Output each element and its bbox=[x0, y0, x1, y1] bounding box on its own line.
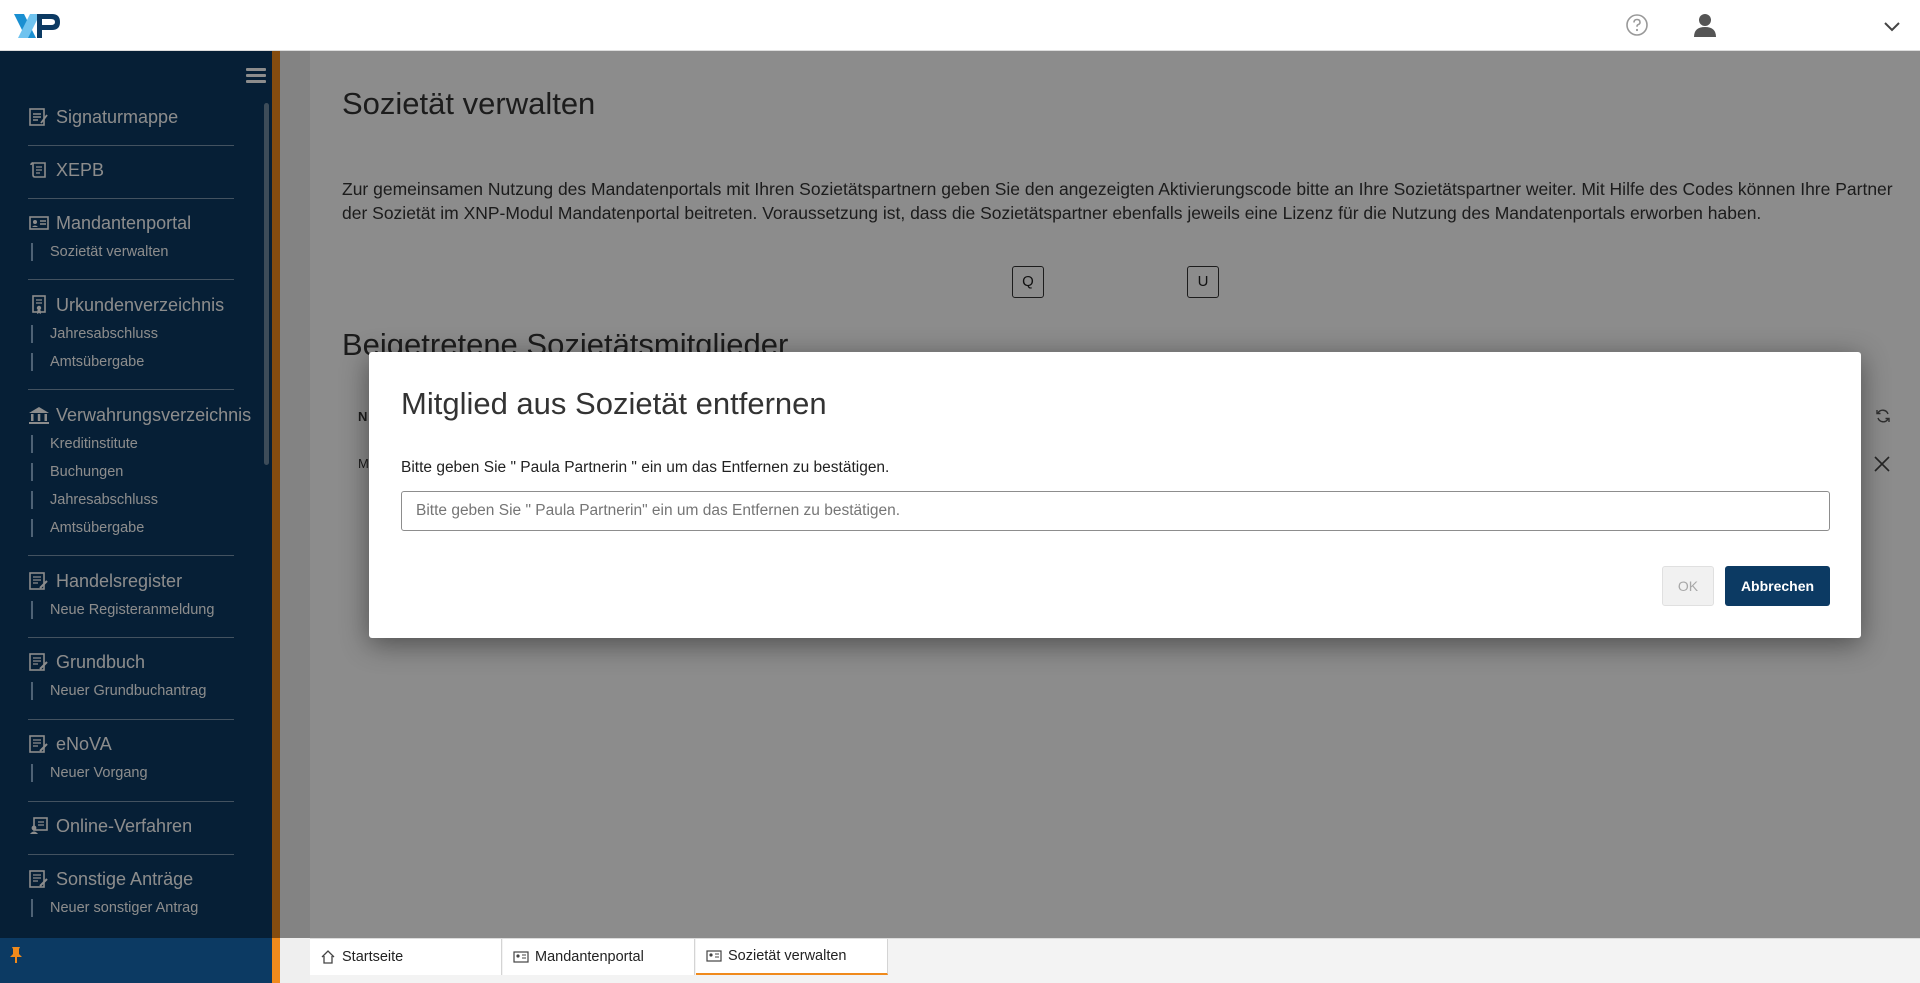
id-card-icon bbox=[513, 949, 529, 965]
tab-mandantenportal[interactable]: Mandantenportal bbox=[503, 939, 695, 975]
ok-button[interactable]: OK bbox=[1662, 566, 1714, 606]
tab-startseite[interactable]: Startseite bbox=[310, 939, 502, 975]
home-icon bbox=[320, 949, 336, 965]
bottom-tab-bar: Startseite Mandantenportal Sozietät verw… bbox=[310, 938, 1920, 983]
cancel-button[interactable]: Abbrechen bbox=[1725, 566, 1830, 606]
dialog-title: Mitglied aus Sozietät entfernen bbox=[401, 386, 827, 421]
help-icon[interactable] bbox=[1625, 13, 1649, 37]
xnp-logo[interactable] bbox=[12, 10, 62, 42]
user-icon[interactable] bbox=[1692, 12, 1718, 38]
tab-label: Mandantenportal bbox=[535, 949, 644, 965]
top-header bbox=[0, 0, 1920, 51]
id-card-icon bbox=[706, 948, 722, 964]
chevron-down-icon[interactable] bbox=[1882, 16, 1902, 36]
confirmation-name-input[interactable] bbox=[401, 491, 1830, 531]
tab-label: Startseite bbox=[342, 949, 404, 965]
confirmation-label: Bitte geben Sie " Paula Partnerin " ein … bbox=[401, 459, 890, 476]
tab-sozietaet-verwalten[interactable]: Sozietät verwalten bbox=[696, 939, 888, 975]
pin-icon[interactable] bbox=[9, 946, 23, 964]
tab-label: Sozietät verwalten bbox=[728, 948, 847, 964]
remove-member-dialog: Mitglied aus Sozietät entfernen Bitte ge… bbox=[369, 352, 1861, 638]
